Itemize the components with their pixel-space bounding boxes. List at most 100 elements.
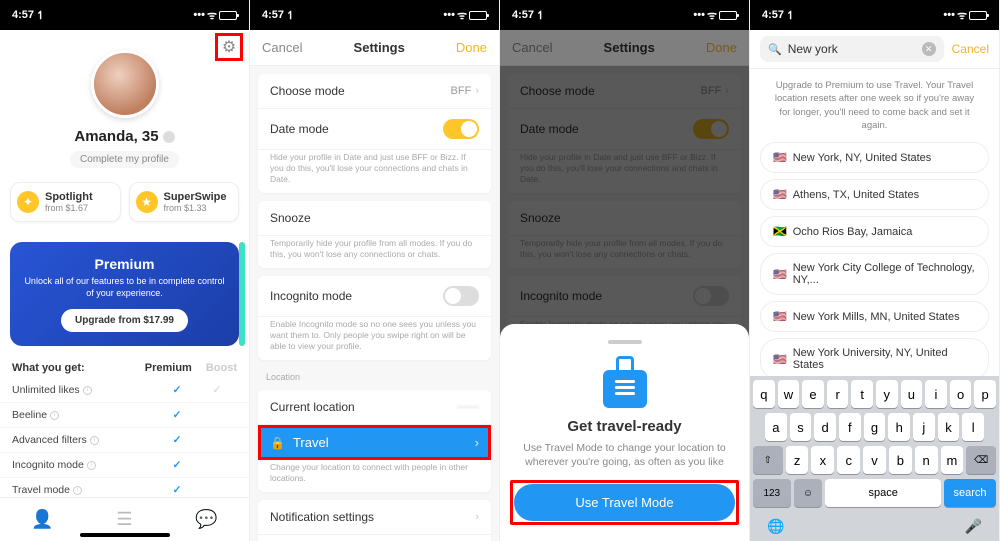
date-mode-toggle[interactable] [443, 119, 479, 139]
key-t[interactable]: t [851, 380, 873, 408]
feature-row: Advanced filtersi✓ [0, 428, 249, 453]
cancel-search-button[interactable]: Cancel [952, 42, 989, 56]
travel-sheet: Get travel-ready Use Travel Mode to chan… [500, 324, 749, 541]
search-result[interactable]: 🇯🇲Ocho Rios Bay, Jamaica [760, 216, 989, 247]
search-result[interactable]: 🇺🇸Athens, TX, United States [760, 179, 989, 210]
search-input[interactable]: 🔍 New york ✕ [760, 36, 944, 62]
search-result[interactable]: 🇺🇸New York City College of Technology, N… [760, 253, 989, 295]
choose-mode-row[interactable]: Choose modeBFF› [258, 74, 491, 109]
key-m[interactable]: m [941, 446, 964, 474]
flag-icon: 🇺🇸 [773, 268, 787, 281]
key-q[interactable]: q [753, 380, 775, 408]
screen-search: 4:57↿ •••ᯤ 🔍 New york ✕ Cancel Upgrade t… [750, 0, 1000, 541]
key-u[interactable]: u [901, 380, 923, 408]
globe-icon[interactable]: 🌐 [767, 518, 784, 535]
status-bar: 4:57↿ •••ᯤ [500, 0, 749, 30]
cancel-button[interactable]: Cancel [262, 40, 302, 55]
key-b[interactable]: b [889, 446, 912, 474]
key-w[interactable]: w [778, 380, 800, 408]
premium-upgrade-button[interactable]: Upgrade from $17.99 [61, 309, 188, 332]
security-row[interactable]: Security & Privacy› [258, 535, 491, 541]
search-icon: 🔍 [768, 43, 782, 56]
search-result[interactable]: 🇺🇸New York Mills, MN, United States [760, 301, 989, 332]
star-icon: ✦ [17, 191, 39, 213]
profile-name: Amanda, 35 [74, 128, 158, 145]
mic-icon[interactable]: 🎤 [965, 518, 982, 535]
feature-row: Beelinei✓ [0, 403, 249, 428]
key-z[interactable]: z [786, 446, 809, 474]
key-x[interactable]: x [811, 446, 834, 474]
incognito-row[interactable]: Incognito mode [258, 276, 491, 317]
key-numbers[interactable]: 123 [753, 479, 791, 507]
key-e[interactable]: e [802, 380, 824, 408]
chevron-right-icon: › [475, 435, 479, 450]
home-indicator [80, 533, 170, 537]
flag-icon: 🇺🇸 [773, 310, 787, 323]
incognito-hint: Enable Incognito mode so no one sees you… [258, 317, 491, 360]
key-g[interactable]: g [864, 413, 886, 441]
sheet-grabber[interactable] [608, 340, 642, 344]
key-space[interactable]: space [825, 479, 941, 507]
key-l[interactable]: l [962, 413, 984, 441]
spotlight-pill[interactable]: ✦ Spotlightfrom $1.67 [10, 182, 121, 222]
gear-icon[interactable]: ⚙ [222, 37, 236, 57]
search-result[interactable]: 🇺🇸New York, NY, United States [760, 142, 989, 173]
key-search[interactable]: search [944, 479, 996, 507]
status-time: 4:57 [12, 9, 34, 21]
flag-icon: 🇺🇸 [773, 188, 787, 201]
date-mode-row[interactable]: Date mode [258, 109, 491, 150]
current-location-row[interactable]: Current location—— [258, 390, 491, 425]
key-a[interactable]: a [765, 413, 787, 441]
complete-profile-button[interactable]: Complete my profile [70, 151, 179, 168]
search-result[interactable]: 🇺🇸New York University, NY, United States [760, 338, 989, 380]
snooze-hint: Temporarily hide your profile from all m… [258, 236, 491, 268]
key-i[interactable]: i [925, 380, 947, 408]
superswipe-pill[interactable]: ★ SuperSwipefrom $1.33 [129, 182, 240, 222]
use-travel-mode-button[interactable]: Use Travel Mode [514, 484, 735, 521]
feature-row: Incognito modei✓ [0, 453, 249, 478]
notifications-row[interactable]: Notification settings› [258, 500, 491, 535]
key-p[interactable]: p [974, 380, 996, 408]
location-section-label: Location [250, 368, 499, 382]
flag-icon: 🇺🇸 [773, 353, 787, 366]
premium-title: Premium [20, 256, 229, 272]
key-f[interactable]: f [839, 413, 861, 441]
travel-row[interactable]: 🔒 Travel › [258, 425, 491, 460]
key-backspace[interactable]: ⌫ [966, 446, 996, 474]
key-j[interactable]: j [913, 413, 935, 441]
key-emoji[interactable]: ☺ [794, 479, 823, 507]
key-y[interactable]: y [876, 380, 898, 408]
premium-card[interactable]: Premium Unlock all of our features to be… [10, 242, 239, 346]
profile-tab-icon[interactable]: 👤 [31, 509, 53, 530]
done-button[interactable]: Done [456, 40, 487, 55]
incognito-toggle[interactable] [443, 286, 479, 306]
settings-gear-highlight: ⚙ [215, 33, 243, 61]
key-k[interactable]: k [938, 413, 960, 441]
avatar[interactable] [91, 50, 159, 118]
nav-bar: Cancel Settings Done [250, 30, 499, 66]
sheet-title: Get travel-ready [514, 418, 735, 435]
key-s[interactable]: s [790, 413, 812, 441]
feature-row: Unlimited likesi✓✓ [0, 378, 249, 403]
screen-profile: 4:57↿ •••ᯤ ⚙ Amanda, 35 Complete my prof… [0, 0, 250, 541]
suitcase-icon [603, 356, 647, 408]
key-c[interactable]: c [837, 446, 860, 474]
page-title: Settings [354, 40, 405, 55]
key-r[interactable]: r [827, 380, 849, 408]
chat-tab-icon[interactable]: 💬 [195, 509, 217, 530]
key-o[interactable]: o [950, 380, 972, 408]
key-v[interactable]: v [863, 446, 886, 474]
feed-tab-icon[interactable]: ☰ [116, 509, 132, 530]
key-h[interactable]: h [888, 413, 910, 441]
features-header: What you get: PremiumBoost [0, 352, 249, 378]
key-shift[interactable]: ⇧ [753, 446, 783, 474]
clear-search-button[interactable]: ✕ [922, 42, 936, 56]
lock-icon: 🔒 [270, 436, 285, 450]
search-query: New york [788, 42, 916, 56]
travel-hint: Change your location to connect with peo… [258, 460, 491, 492]
snooze-row[interactable]: Snooze [258, 201, 491, 236]
highlight-box [510, 480, 739, 525]
key-d[interactable]: d [814, 413, 836, 441]
flag-icon: 🇺🇸 [773, 151, 787, 164]
key-n[interactable]: n [915, 446, 938, 474]
